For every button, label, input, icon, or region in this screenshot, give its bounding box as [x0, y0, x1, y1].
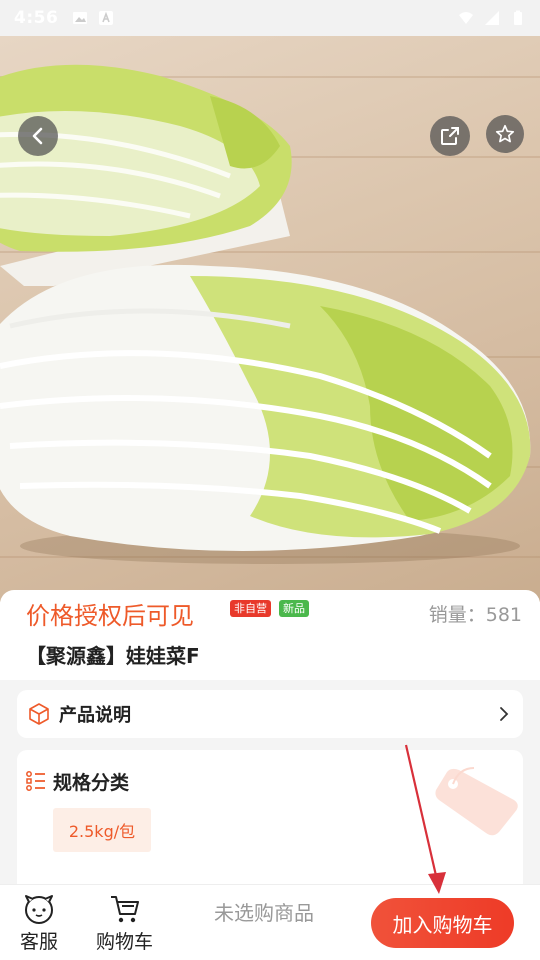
box-icon [29, 703, 49, 725]
spec-title: 规格分类 [53, 772, 130, 794]
price-tag-icon [435, 767, 518, 836]
customer-service-button[interactable]: 客服 [20, 893, 58, 954]
cart-label: 购物车 [96, 931, 154, 953]
badge-new: 新品 [279, 600, 309, 617]
spec-option[interactable]: 2.5kg/包 [53, 808, 151, 852]
share-icon [441, 127, 459, 145]
cart-button[interactable]: 购物车 [96, 893, 153, 954]
product-description-label: 产品说明 [59, 705, 131, 726]
chevron-left-icon [32, 127, 43, 145]
spec-card: 规格分类 2.5kg/包 [17, 750, 523, 890]
bottom-action-bar: 客服 购物车 未选购商品 加入购物车 [0, 884, 540, 960]
battery-icon [514, 10, 522, 25]
product-name: 【聚源鑫】娃娃菜F [26, 644, 200, 668]
sales-count: 销量：581 [428, 604, 522, 626]
a-badge-icon [99, 11, 114, 25]
badge-non-self-operated: 非自营 [230, 600, 271, 617]
wifi-icon [459, 12, 473, 24]
star-icon [495, 124, 515, 143]
selection-hint: 未选购商品 [214, 901, 314, 925]
add-to-cart-button[interactable]: 加入购物车 [371, 898, 514, 948]
customer-service-label: 客服 [20, 931, 59, 953]
favorite-button[interactable] [486, 115, 524, 153]
signal-icon [485, 11, 499, 25]
customer-service-icon [25, 895, 53, 924]
list-icon [26, 771, 45, 791]
cart-icon [110, 896, 139, 923]
status-bar: 4:56 [0, 0, 540, 36]
price-text: 价格授权后可见 [26, 602, 194, 630]
chevron-right-icon [500, 707, 509, 721]
product-description-row[interactable]: 产品说明 [17, 690, 523, 738]
product-info-card: 价格授权后可见 非自营 新品 销量：581 【聚源鑫】娃娃菜F [0, 590, 540, 680]
back-button[interactable] [18, 116, 58, 156]
image-icon [73, 12, 88, 24]
product-image [0, 36, 540, 602]
share-button[interactable] [430, 116, 470, 156]
cabbage-image-main [0, 264, 531, 564]
status-time: 4:56 [14, 8, 59, 28]
